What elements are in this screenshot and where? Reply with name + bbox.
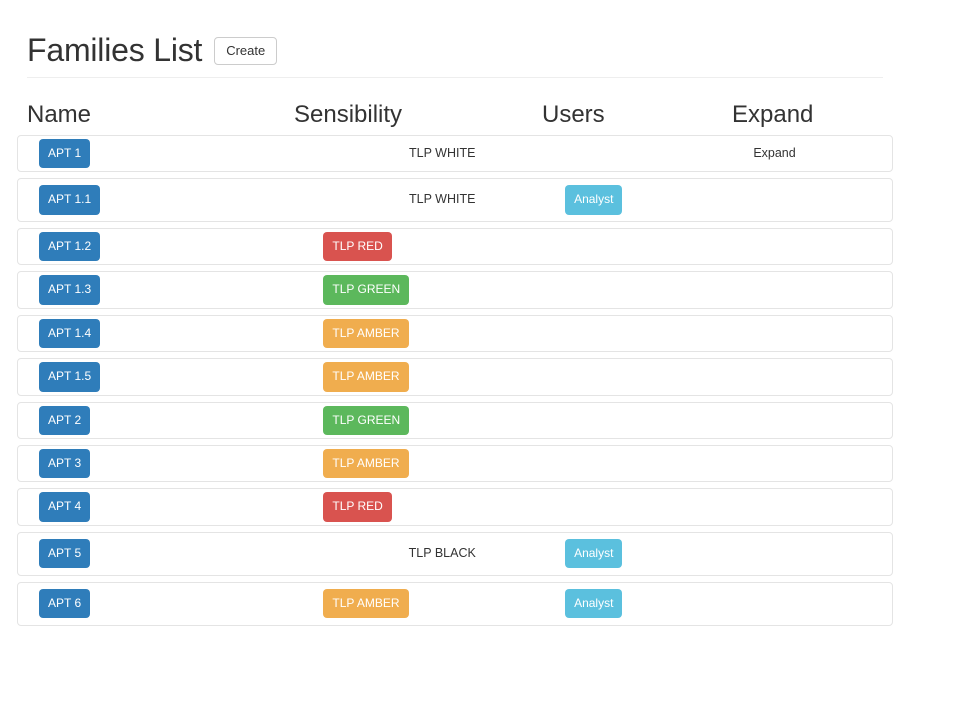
cell-expand [753, 187, 892, 213]
cell-sensibility: TLP WHITE [319, 140, 565, 166]
sensibility-badge[interactable]: TLP AMBER [323, 318, 409, 349]
cell-expand [753, 364, 892, 390]
cell-users [565, 140, 753, 166]
column-header-expand: Expand [732, 101, 814, 129]
cell-users: Analyst [565, 589, 753, 619]
cell-expand: Expand [753, 140, 892, 166]
cell-name: APT 1.2 [18, 231, 319, 262]
sensibility-badge[interactable]: TLP AMBER [323, 589, 409, 619]
family-name-badge[interactable]: APT 1.5 [39, 362, 101, 392]
cell-sensibility: TLP RED [319, 231, 565, 262]
table-row[interactable]: APT 3 TLP AMBER [17, 444, 893, 483]
cell-expand [753, 407, 892, 433]
cell-users [565, 234, 753, 260]
family-name-badge[interactable]: APT 2 [39, 405, 91, 435]
cell-expand [753, 320, 892, 346]
cell-name: APT 3 [18, 448, 319, 479]
cell-expand [753, 494, 892, 520]
table-row[interactable]: APT 1.3 TLP GREEN [17, 271, 893, 309]
cell-users: Analyst [565, 539, 753, 569]
sensibility-text: TLP WHITE [409, 192, 476, 207]
sensibility-badge[interactable]: TLP GREEN [323, 275, 410, 305]
column-header-name: Name [27, 101, 92, 129]
sensibility-text: TLP WHITE [409, 145, 476, 160]
user-role-badge[interactable]: Analyst [565, 539, 623, 569]
family-name-badge[interactable]: APT 1.1 [39, 185, 101, 215]
cell-name: APT 1.3 [18, 275, 319, 305]
cell-sensibility: TLP GREEN [319, 275, 565, 305]
families-rows: APT 1 TLP WHITE Expand APT 1.1 TLP WHITE Anal… [0, 134, 968, 626]
cell-expand [753, 451, 892, 477]
family-name-badge[interactable]: APT 4 [39, 492, 91, 522]
cell-name: APT 2 [18, 405, 319, 435]
sensibility-text: TLP BLACK [408, 545, 476, 560]
expand-link[interactable]: Expand [753, 145, 795, 163]
sensibility-badge[interactable]: TLP GREEN [323, 405, 410, 435]
create-button[interactable]: Create [214, 36, 278, 65]
cell-expand [753, 277, 892, 303]
cell-users [565, 494, 753, 520]
cell-users [565, 407, 753, 433]
cell-sensibility: TLP RED [319, 492, 565, 522]
cell-sensibility: TLP AMBER [319, 448, 565, 479]
table-row[interactable]: APT 6 TLP AMBER Analyst [17, 581, 893, 626]
family-name-badge[interactable]: APT 5 [39, 539, 91, 569]
cell-name: APT 1.5 [18, 362, 319, 392]
family-name-badge[interactable]: APT 1.4 [39, 318, 101, 349]
table-row[interactable]: APT 1.4 TLP AMBER [17, 314, 893, 353]
cell-sensibility: TLP AMBER [319, 362, 565, 392]
cell-name: APT 5 [18, 539, 319, 569]
column-header-sensibility: Sensibility [294, 101, 403, 129]
family-name-badge[interactable]: APT 3 [39, 448, 91, 479]
cell-sensibility: TLP BLACK [319, 541, 565, 567]
page-header: Families List Create [27, 0, 883, 79]
cell-users [565, 451, 753, 477]
table-column-headers: Name Sensibility Users Expand [0, 78, 883, 134]
cell-name: APT 1 [18, 138, 319, 168]
family-name-badge[interactable]: APT 1 [39, 138, 91, 168]
cell-users [565, 277, 753, 303]
table-row[interactable]: APT 1 TLP WHITE Expand [17, 134, 893, 172]
column-header-users: Users [542, 101, 605, 129]
user-role-badge[interactable]: Analyst [565, 589, 623, 619]
cell-name: APT 4 [18, 492, 319, 522]
cell-expand [753, 591, 892, 617]
table-row[interactable]: APT 1.5 TLP AMBER [17, 358, 893, 396]
sensibility-badge[interactable]: TLP RED [323, 231, 392, 262]
cell-users: Analyst [565, 185, 753, 215]
table-row[interactable]: APT 4 TLP RED [17, 488, 893, 526]
cell-users [565, 320, 753, 346]
cell-sensibility: TLP AMBER [319, 589, 565, 619]
sensibility-badge[interactable]: TLP AMBER [323, 362, 409, 392]
cell-sensibility: TLP AMBER [319, 318, 565, 349]
cell-name: APT 6 [18, 589, 319, 619]
sensibility-badge[interactable]: TLP RED [323, 492, 392, 522]
family-name-badge[interactable]: APT 1.3 [39, 275, 101, 305]
family-name-badge[interactable]: APT 6 [39, 589, 91, 619]
user-role-badge[interactable]: Analyst [565, 185, 623, 215]
cell-sensibility: TLP GREEN [319, 405, 565, 435]
page-title: Families List [27, 32, 203, 68]
cell-users [565, 364, 753, 390]
cell-sensibility: TLP WHITE [319, 187, 565, 213]
table-row[interactable]: APT 5 TLP BLACK Analyst [17, 531, 893, 576]
cell-name: APT 1.4 [18, 318, 319, 349]
cell-expand [753, 541, 892, 567]
sensibility-badge[interactable]: TLP AMBER [323, 448, 409, 479]
table-row[interactable]: APT 2 TLP GREEN [17, 401, 893, 439]
cell-expand [753, 234, 892, 260]
cell-name: APT 1.1 [18, 185, 319, 215]
families-list-page: Families List Create Name Sensibility Us… [0, 0, 968, 626]
table-row[interactable]: APT 1.2 TLP RED [17, 227, 893, 266]
family-name-badge[interactable]: APT 1.2 [39, 231, 101, 262]
table-row[interactable]: APT 1.1 TLP WHITE Analyst [17, 177, 893, 222]
